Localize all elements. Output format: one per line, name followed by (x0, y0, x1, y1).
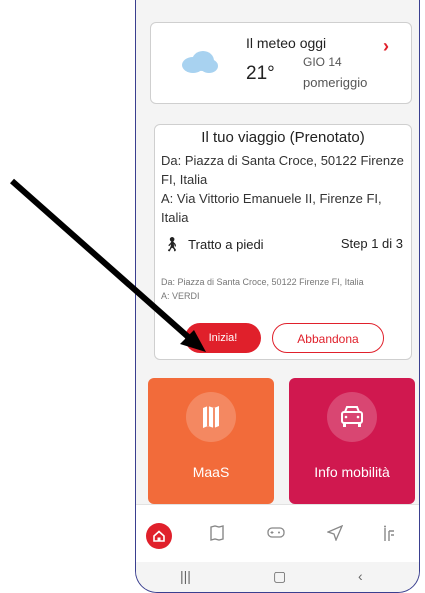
annotation-arrow (10, 178, 206, 352)
